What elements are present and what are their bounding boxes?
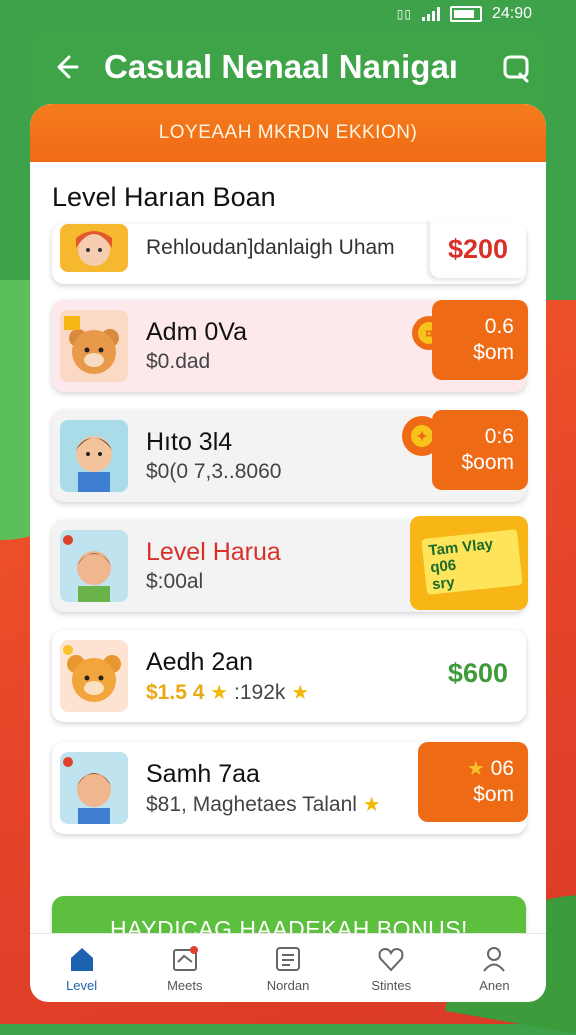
row-name: Samh 7aa bbox=[146, 760, 260, 788]
nav-item-meets[interactable]: Meets bbox=[133, 934, 236, 1002]
boy-avatar-icon bbox=[60, 752, 128, 824]
boy-avatar-icon bbox=[60, 420, 128, 492]
reward-note: Tam Vlay q06 sry bbox=[421, 529, 523, 595]
signal-icon bbox=[421, 7, 440, 21]
arrow-left-icon bbox=[57, 55, 79, 79]
header-action-button[interactable] bbox=[502, 54, 532, 84]
girl-avatar-icon bbox=[60, 224, 128, 272]
reward-card[interactable]: Tam Vlay q06 sry bbox=[410, 516, 528, 610]
row-name: Hıto 3l4 bbox=[146, 428, 233, 456]
nav-item-level[interactable]: Level bbox=[30, 934, 133, 1002]
star-icon: ★ bbox=[210, 682, 229, 704]
section-title: Level Harıan Boan bbox=[52, 182, 276, 212]
list-item[interactable]: Hıto 3l4 $0(0 7,3..8060 ✦ 0:6 $oom bbox=[52, 410, 528, 502]
app-window: Casual Nenaal Nanigaı LOYEAAH MKRDN EKKI… bbox=[30, 30, 546, 1002]
row-amount: $600 bbox=[447, 658, 508, 688]
row-subtitle: $0(0 7,3..8060 bbox=[146, 460, 282, 483]
battery-icon bbox=[449, 6, 482, 22]
prize-multiplier: ★ 06 bbox=[466, 757, 514, 780]
app-header: Casual Nenaal Nanigaı bbox=[30, 30, 546, 106]
bear-avatar-icon bbox=[60, 640, 128, 712]
bottom-nav: Level Meets Nordan Stintes Anen bbox=[30, 933, 546, 1002]
row-subtitle: $1.5 4 ★ :192k ★ bbox=[146, 680, 309, 705]
list-item[interactable]: Adm 0Va $0.dad ¤ 0.6 $om bbox=[52, 300, 528, 392]
nav-item-nordan[interactable]: Nordan bbox=[236, 934, 339, 1002]
prize-amount: $om bbox=[473, 783, 514, 806]
row-gold-value: $1.5 4 bbox=[146, 681, 205, 704]
prize-multiplier: 0.6 bbox=[484, 315, 514, 338]
status-time: 24:90 bbox=[491, 5, 532, 22]
nav-item-stintes[interactable]: Stintes bbox=[340, 934, 443, 1002]
promo-banner: LOYEAAH MKRDN EKKION) bbox=[30, 104, 546, 162]
row-name: Aedh 2an bbox=[146, 648, 254, 676]
prize-amount: $om bbox=[473, 341, 514, 364]
prize-tag[interactable]: ★ 06 $om bbox=[418, 742, 528, 822]
list-icon bbox=[276, 946, 300, 971]
list-item[interactable]: Samh 7aa $81, Maghetaes Talanl ★ ★ 06 $o… bbox=[52, 742, 528, 834]
heart-icon bbox=[378, 947, 404, 971]
row-amount: $200 bbox=[430, 220, 526, 278]
alarm-icon: ▯▯ bbox=[396, 7, 412, 21]
prize-tag[interactable]: 0:6 $oom bbox=[432, 410, 528, 490]
row-subtitle: $81, Maghetaes Talanl ★ bbox=[146, 793, 381, 816]
status-bar: ▯▯ 24:90 bbox=[0, 0, 576, 30]
home-icon bbox=[70, 947, 93, 971]
prize-tag[interactable]: 0.6 $om bbox=[432, 300, 528, 380]
star-icon: ★ bbox=[362, 794, 381, 816]
prize-multiplier: 0:6 bbox=[484, 425, 514, 448]
bear-avatar-icon bbox=[60, 310, 128, 382]
prize-amount: $oom bbox=[461, 451, 514, 474]
search-chat-icon bbox=[503, 55, 529, 83]
person-icon bbox=[483, 946, 506, 972]
list-item[interactable]: Rehloudan]danlaigh Uham $200 bbox=[52, 220, 526, 284]
content-panel: LOYEAAH MKRDN EKKION) Level Harıan Boan … bbox=[30, 104, 546, 1002]
row-name: Adm 0Va bbox=[146, 318, 247, 346]
app-title: Casual Nenaal Nanigaı bbox=[104, 48, 458, 85]
inbox-icon bbox=[172, 945, 198, 971]
row-subtitle: $0.dad bbox=[146, 350, 211, 373]
back-button[interactable] bbox=[48, 50, 82, 84]
row-subtitle: Rehloudan]danlaigh Uham bbox=[146, 236, 395, 259]
row-count: :192k bbox=[234, 681, 286, 704]
list-item[interactable]: Level Harua $:00al Tam Vlay q06 sry bbox=[52, 516, 528, 612]
girl-avatar-icon bbox=[60, 530, 128, 602]
star-icon: ★ bbox=[291, 682, 310, 704]
nav-item-anen[interactable]: Anen bbox=[443, 934, 546, 1002]
row-subtitle: $:00al bbox=[146, 570, 204, 593]
list-item[interactable]: Aedh 2an $1.5 4 ★ :192k ★ $600 bbox=[52, 630, 526, 722]
row-name: Level Harua bbox=[146, 538, 281, 566]
